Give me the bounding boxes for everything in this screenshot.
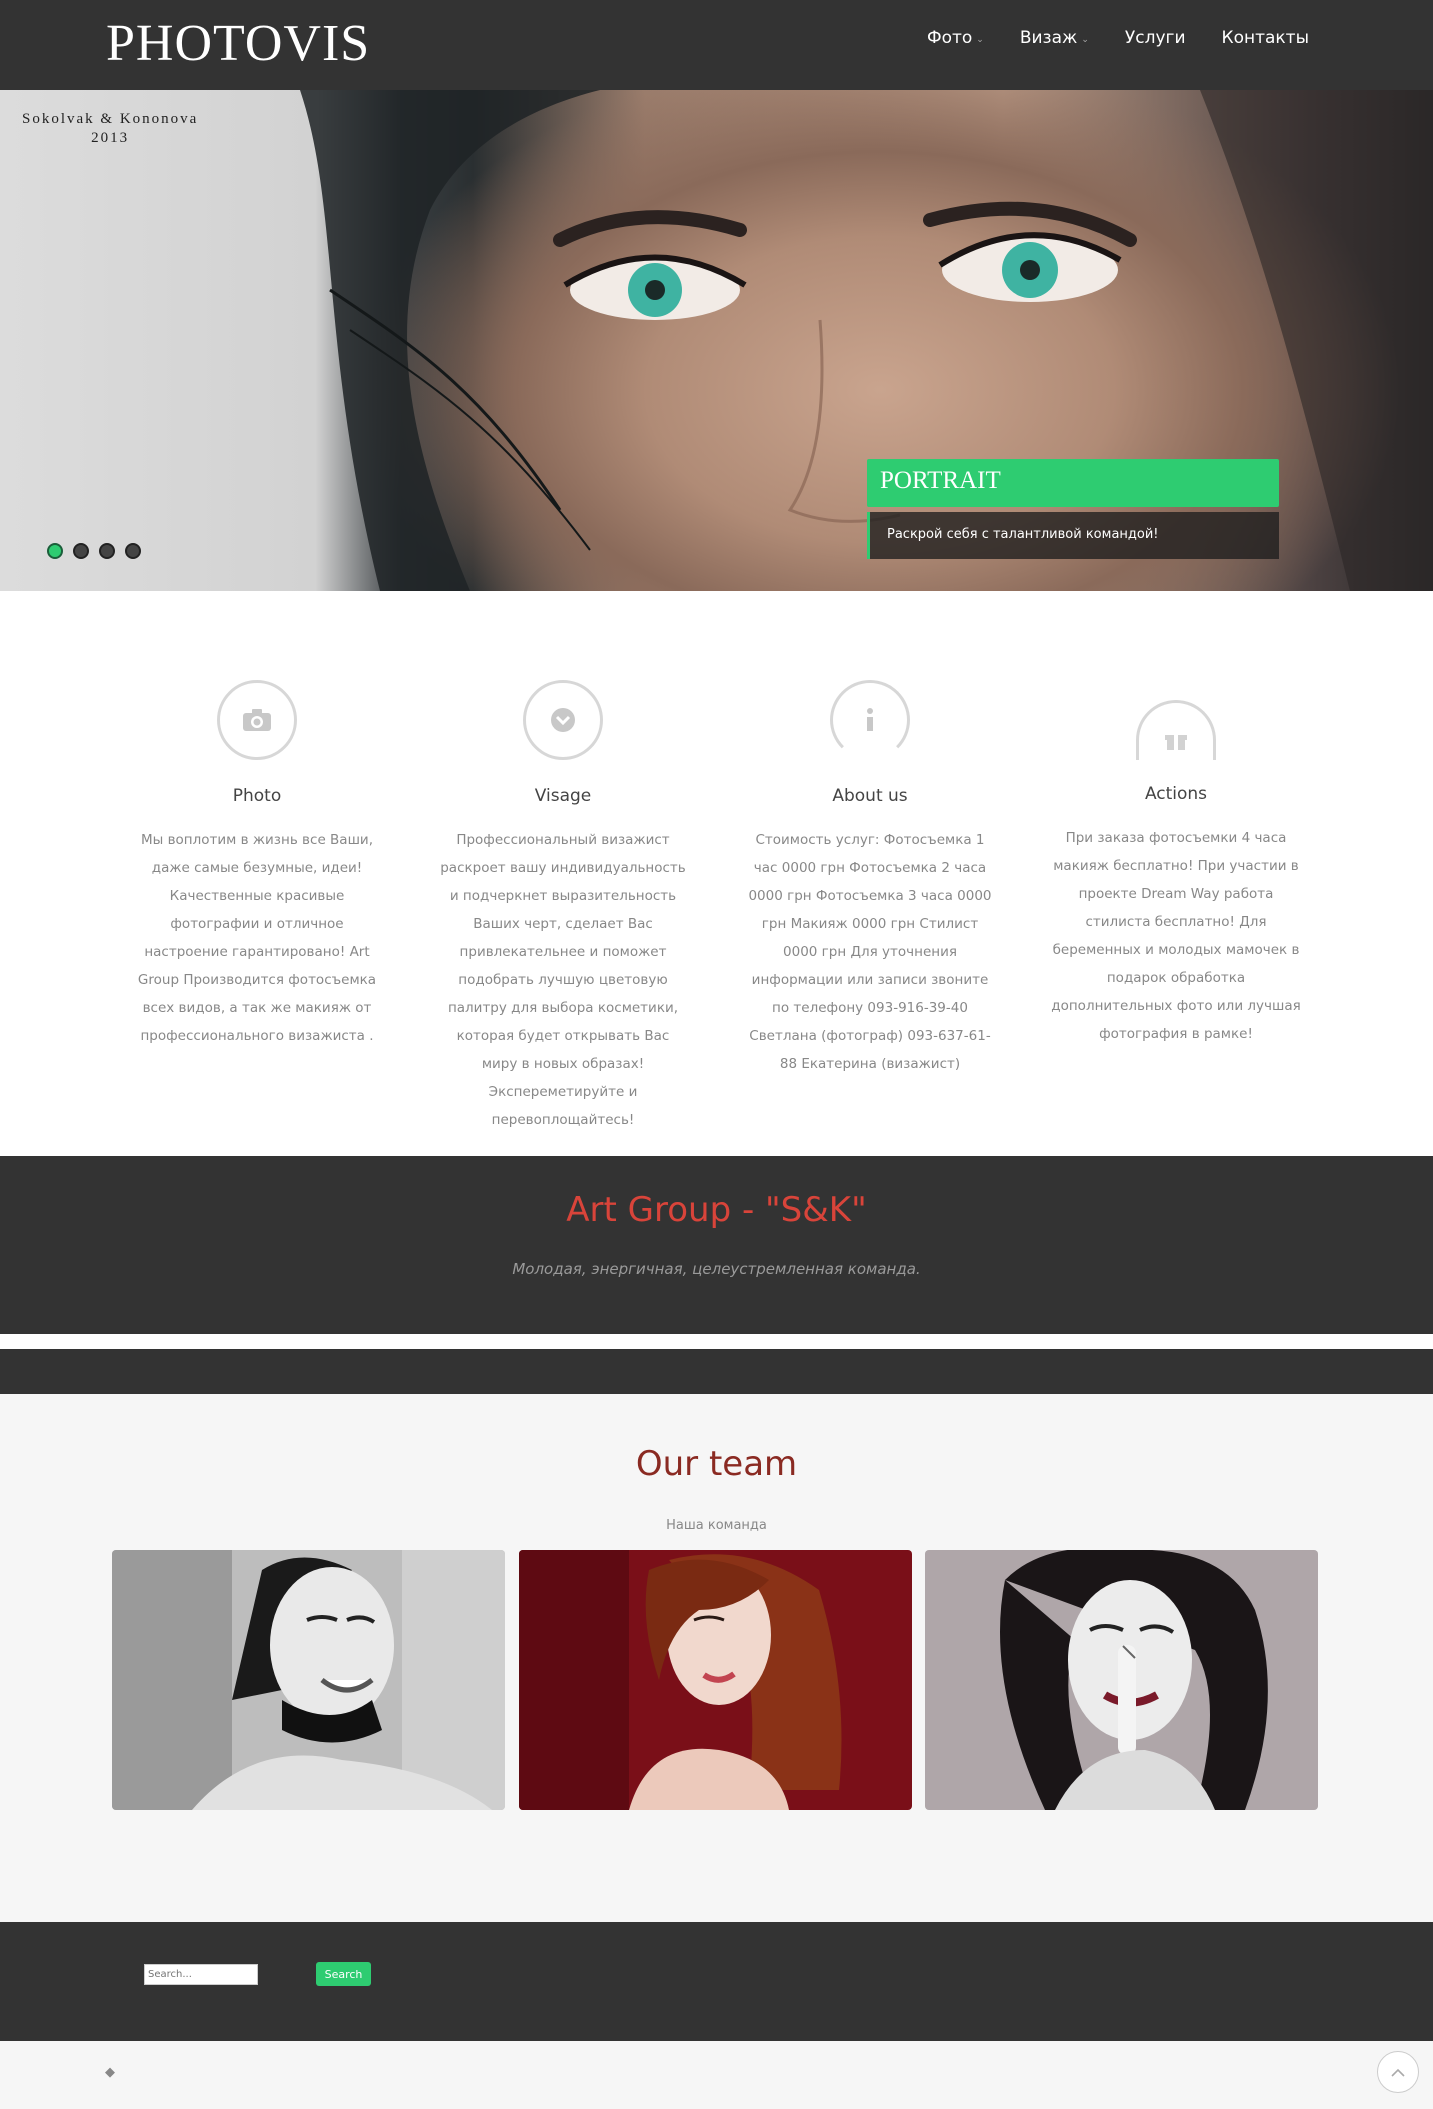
feature-text: Стоимость услуг: Фотосъемка 1 час 0000 г… bbox=[748, 832, 992, 1072]
search-button[interactable]: Search bbox=[316, 1962, 371, 1986]
main-nav: Фото ⌄ Визаж ⌄ Услуги Контакты bbox=[927, 28, 1309, 48]
diamond-icon: ◆ bbox=[105, 2065, 115, 2080]
hero-slider[interactable]: Sokolvak & Kononova 2013 PORTRAIT Раскро… bbox=[0, 90, 1433, 591]
tagline-band: Art Group - "S&K" Молодая, энергичная, ц… bbox=[0, 1156, 1433, 1334]
site-logo[interactable]: PHOTOVIS bbox=[106, 14, 370, 73]
band-title: Art Group - "S&K" bbox=[566, 1190, 867, 1230]
slider-pagination bbox=[47, 543, 141, 559]
watermark-line-1: Sokolvak & Kononova bbox=[22, 111, 199, 127]
nav-item-photo[interactable]: Фото ⌄ bbox=[927, 28, 984, 48]
chevron-up-icon bbox=[1391, 2068, 1405, 2077]
team-section: Our team Наша команда bbox=[0, 1394, 1433, 1922]
nav-item-visage[interactable]: Визаж ⌄ bbox=[1020, 28, 1089, 48]
feature-photo: Photo Мы воплотим в жизнь все Ваши, даже… bbox=[127, 680, 387, 1050]
camera-icon bbox=[217, 680, 297, 760]
watermark-line-2: 2013 bbox=[91, 130, 130, 146]
chevron-down-icon: ⌄ bbox=[1081, 35, 1089, 45]
team-photo-2[interactable] bbox=[519, 1550, 912, 1810]
nav-item-contacts[interactable]: Контакты bbox=[1222, 28, 1310, 48]
site-footer: Search bbox=[0, 1922, 1433, 2041]
slider-dot-4[interactable] bbox=[125, 543, 141, 559]
feature-title: Photo bbox=[232, 786, 282, 806]
nav-item-label: Услуги bbox=[1124, 28, 1186, 48]
slide-subtitle: Раскрой себя с талантливой командой! bbox=[867, 512, 1279, 559]
nav-item-label: Визаж bbox=[1019, 28, 1078, 48]
nav-item-services[interactable]: Услуги bbox=[1125, 28, 1186, 48]
feature-text: При заказа фотосъемки 4 часа макияж бесп… bbox=[1051, 830, 1301, 1042]
nav-item-label: Фото bbox=[926, 28, 973, 48]
feature-actions: Actions При заказа фотосъемки 4 часа мак… bbox=[1046, 680, 1306, 1048]
gift-icon bbox=[1136, 700, 1216, 760]
feature-title: Visage bbox=[534, 786, 592, 806]
chevron-down-icon bbox=[523, 680, 603, 760]
feature-title: About us bbox=[832, 786, 908, 806]
info-icon bbox=[830, 680, 910, 760]
team-subtitle: Наша команда bbox=[666, 1518, 767, 1533]
feature-title: Actions bbox=[1144, 784, 1208, 804]
team-photo-1[interactable] bbox=[112, 1550, 505, 1810]
slide-title: PORTRAIT bbox=[867, 459, 1279, 507]
hero-watermark: Sokolvak & Kononova 2013 bbox=[22, 110, 198, 148]
feature-about-us: About us Стоимость услуг: Фотосъемка 1 ч… bbox=[740, 680, 1000, 1078]
scroll-to-top-button[interactable] bbox=[1377, 2051, 1419, 2093]
feature-visage: Visage Профессиональный визажист раскрое… bbox=[433, 680, 693, 1134]
slider-dot-2[interactable] bbox=[73, 543, 89, 559]
slider-dot-3[interactable] bbox=[99, 543, 115, 559]
site-header: PHOTOVIS Фото ⌄ Визаж ⌄ Услуги Контакты bbox=[0, 0, 1433, 90]
divider-strip bbox=[0, 1349, 1433, 1394]
nav-item-label: Контакты bbox=[1221, 28, 1310, 48]
search-input[interactable] bbox=[144, 1964, 258, 1985]
team-title: Our team bbox=[635, 1444, 798, 1484]
team-photo-3[interactable] bbox=[925, 1550, 1318, 1810]
feature-text: Профессиональный визажист раскроет вашу … bbox=[440, 832, 686, 1128]
band-subtitle: Молодая, энергичная, целеустремленная ко… bbox=[512, 1260, 921, 1278]
chevron-down-icon: ⌄ bbox=[976, 35, 984, 45]
bottom-bar: ◆ bbox=[0, 2041, 1433, 2109]
feature-text: Мы воплотим в жизнь все Ваши, даже самые… bbox=[137, 832, 377, 1044]
slider-dot-1[interactable] bbox=[47, 543, 63, 559]
